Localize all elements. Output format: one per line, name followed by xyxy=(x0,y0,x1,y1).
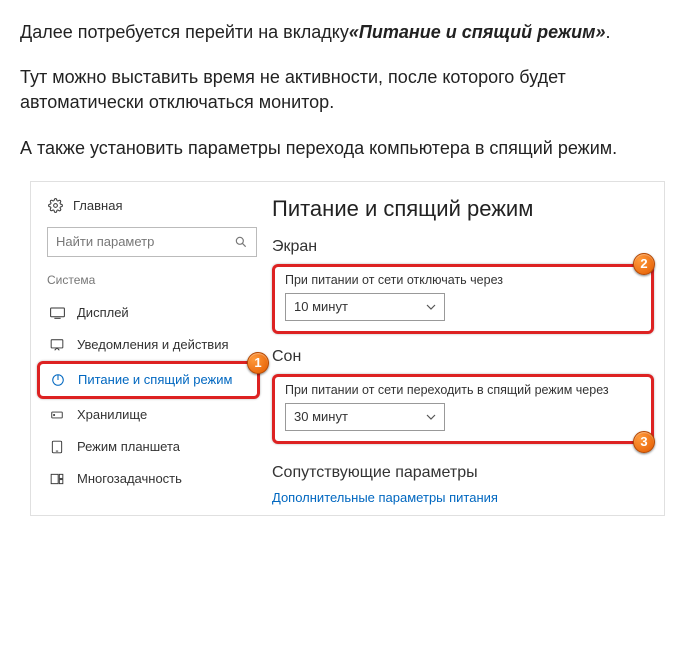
related-heading: Сопутствующие параметры xyxy=(272,464,654,482)
tablet-icon xyxy=(49,440,65,454)
screen-off-select[interactable]: 10 минут xyxy=(285,293,445,321)
text: Далее потребуется перейти на вкладку xyxy=(20,22,349,42)
callout-badge-3: 3 xyxy=(633,431,655,453)
highlight-callout-2: 2 При питании от сети отключать через 10… xyxy=(272,264,654,334)
additional-power-link[interactable]: Дополнительные параметры питания xyxy=(272,490,654,505)
highlight-callout-1: Питание и спящий режим 1 xyxy=(37,361,260,399)
screen-section-heading: Экран xyxy=(272,238,654,256)
intro-paragraph-2: Тут можно выставить время не активности,… xyxy=(20,65,668,115)
callout-badge-1: 1 xyxy=(247,352,269,374)
text: . xyxy=(606,22,611,42)
multitask-icon xyxy=(49,472,65,486)
sidebar-item-label: Многозадачность xyxy=(77,471,182,486)
select-value: 10 минут xyxy=(294,299,348,314)
sidebar-item-label: Хранилище xyxy=(77,407,147,422)
intro-paragraph-1: Далее потребуется перейти на вкладку«Пит… xyxy=(20,20,668,45)
sleep-select[interactable]: 30 минут xyxy=(285,403,445,431)
sleep-section-heading: Сон xyxy=(272,348,654,366)
home-label: Главная xyxy=(73,198,122,213)
storage-icon xyxy=(49,408,65,422)
screen-off-label: При питании от сети отключать через xyxy=(285,273,641,287)
category-label: Система xyxy=(47,273,266,287)
search-placeholder: Найти параметр xyxy=(56,234,154,249)
search-input[interactable]: Найти параметр xyxy=(47,227,257,257)
callout-badge-2: 2 xyxy=(633,253,655,275)
sidebar-item-storage[interactable]: Хранилище xyxy=(47,399,266,431)
chevron-down-icon xyxy=(426,414,436,420)
sidebar-item-label: Питание и спящий режим xyxy=(78,372,232,387)
monitor-icon xyxy=(49,307,65,319)
notifications-icon xyxy=(49,338,65,352)
tab-name-emphasis: «Питание и спящий режим» xyxy=(349,22,606,42)
content-panel: Питание и спящий режим Экран 2 При питан… xyxy=(266,182,664,515)
settings-window: Главная Найти параметр Система Дисплей У… xyxy=(30,181,665,516)
sidebar-item-power[interactable]: Питание и спящий режим xyxy=(48,364,257,396)
highlight-callout-3: При питании от сети переходить в спящий … xyxy=(272,374,654,444)
sleep-label: При питании от сети переходить в спящий … xyxy=(285,383,641,397)
home-link[interactable]: Главная xyxy=(47,198,266,213)
article-intro: Далее потребуется перейти на вкладку«Пит… xyxy=(20,20,668,161)
sidebar-item-label: Режим планшета xyxy=(77,439,180,454)
sidebar-item-label: Дисплей xyxy=(77,305,129,320)
power-icon xyxy=(50,373,66,387)
sidebar-item-display[interactable]: Дисплей xyxy=(47,297,266,329)
sidebar: Главная Найти параметр Система Дисплей У… xyxy=(31,182,266,515)
intro-paragraph-3: А также установить параметры перехода ко… xyxy=(20,136,668,161)
sidebar-item-notifications[interactable]: Уведомления и действия xyxy=(47,329,266,361)
sidebar-item-label: Уведомления и действия xyxy=(77,337,229,352)
chevron-down-icon xyxy=(426,304,436,310)
sidebar-item-multitask[interactable]: Многозадачность xyxy=(47,463,266,495)
page-title: Питание и спящий режим xyxy=(272,196,654,222)
search-icon xyxy=(234,235,248,249)
gear-icon xyxy=(47,198,63,213)
sidebar-item-tablet[interactable]: Режим планшета xyxy=(47,431,266,463)
select-value: 30 минут xyxy=(294,409,348,424)
